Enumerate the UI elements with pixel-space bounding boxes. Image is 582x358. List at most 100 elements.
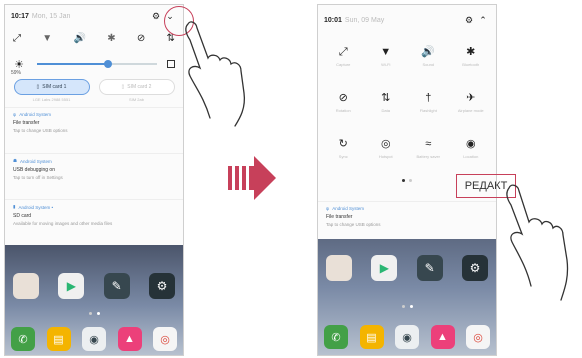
quick-setting-tile[interactable]: ⤢ Capture (323, 35, 363, 81)
camera-icon[interactable]: ◉ (395, 325, 419, 349)
chevron-up-icon[interactable]: ⌃ (476, 15, 490, 26)
notes-icon[interactable]: ✎ (103, 273, 130, 299)
camera-icon[interactable]: ◉ (82, 327, 106, 351)
quick-setting-label: Sync (338, 154, 348, 159)
edit-button-label: РЕДАКТ (464, 180, 508, 192)
quick-setting-label: Bluetooth (462, 62, 480, 67)
hotspot-icon: ◎ (380, 138, 391, 150)
brightness-icon: ☀ (14, 58, 24, 71)
brightness-slider-knob[interactable] (103, 60, 112, 68)
pointing-hand-icon (185, 21, 246, 127)
brightness-percent: 59% (11, 70, 22, 76)
quick-setting-label: Sound (422, 62, 435, 67)
quick-setting-tile[interactable]: ≈ Battery saver (408, 127, 448, 173)
sim-card-icon: ▯ (121, 84, 125, 90)
messages-icon[interactable]: ▤ (359, 325, 384, 349)
phone-icon[interactable]: ✆ (324, 325, 348, 349)
quick-setting-tile[interactable]: ✈ Airplane mode (451, 81, 491, 127)
page-dot-active (409, 305, 413, 308)
quick-setting-tile[interactable]: ⊘ Rotation (323, 81, 363, 127)
folder-icon[interactable] (326, 255, 352, 281)
sd-card-icon: ▮ (13, 204, 16, 209)
messages-icon[interactable]: ▤ (46, 327, 71, 351)
quick-setting-label: Airplane mode (457, 108, 484, 113)
settings-app-icon[interactable]: ⚙ (461, 255, 488, 281)
quick-setting-tile[interactable]: ▼ Wi-Fi (366, 35, 406, 81)
sim-card-1-sub: LGE Labs 2988 5551 (32, 97, 71, 102)
gear-icon[interactable]: ⚙ (149, 11, 163, 22)
phone-icon[interactable]: ✆ (11, 327, 35, 351)
sim-card-2-label: SIM card 2 (127, 84, 152, 90)
status-bar: 10:01 Sun, 09 May ⚙ ⌃ (318, 5, 496, 35)
location-icon: ◉ (465, 138, 476, 150)
quick-setting-tile[interactable]: ◉ Location (451, 127, 491, 173)
sync-icon: ↻ (338, 138, 348, 150)
notification-title: USB debugging on (13, 167, 55, 173)
brightness-slider[interactable] (37, 60, 157, 68)
dnd-icon: ⊘ (338, 92, 348, 104)
sound-icon: 🔊 (421, 46, 436, 58)
notification-text: Tap to change USB options (13, 128, 68, 133)
sim-card-2-sub: SIM 2ab (129, 97, 144, 102)
notification-item[interactable]: ▮ Android System • SD card Available for … (5, 199, 183, 245)
notification-item[interactable]: ψ Android System File transfer Tap to cha… (5, 107, 183, 153)
play-store-icon[interactable]: ▶ (58, 273, 85, 299)
notification-text: Available for moving images and other me… (13, 221, 113, 226)
notification-item[interactable]: ψ Android System File transfer Tap to cha… (318, 201, 496, 239)
quick-setting-tile[interactable]: 🔊 Sound (408, 35, 448, 81)
chrome-icon[interactable]: ◎ (153, 327, 177, 351)
page-indicator (318, 305, 496, 308)
flashlight-icon: † (425, 92, 432, 104)
home-app-row: ▶ ✎ ⚙ (13, 273, 175, 299)
notification-text: Tap to change USB options (326, 222, 381, 227)
vibrate-icon: ≈ (425, 138, 432, 150)
bluetooth-off-icon[interactable]: ✱ (107, 33, 115, 44)
data-icon: ⇅ (381, 92, 391, 104)
dock: ✆ ▤ ◉ ▲ ◎ (324, 325, 490, 349)
sim-card-1-label: SIM card 1 (42, 84, 67, 90)
quick-setting-label: Battery saver (416, 154, 441, 159)
dock: ✆ ▤ ◉ ▲ ◎ (11, 327, 177, 351)
dnd-icon[interactable]: ⊘ (137, 33, 145, 44)
arrow-right-icon (228, 156, 276, 200)
notes-icon[interactable]: ✎ (416, 255, 443, 281)
status-time: 10:01 (324, 16, 342, 24)
quick-setting-tile[interactable]: ✱ Bluetooth (451, 35, 491, 81)
sim-card-icon: ▯ (36, 84, 40, 90)
page-dot-active (96, 312, 100, 315)
sim-card-2-button[interactable]: ▯ SIM card 2 SIM 2ab (98, 79, 175, 102)
usb-icon: ψ (326, 206, 330, 211)
wifi-off-icon[interactable]: ▼ (42, 33, 52, 44)
sim-card-1-button[interactable]: ▯ SIM card 1 LGE Labs 2988 5551 (13, 79, 90, 102)
quick-setting-tile[interactable]: ↻ Sync (323, 127, 363, 173)
notification-item[interactable]: ☗ Android System USB debugging on Tap to … (5, 153, 183, 199)
quick-settings-row: ⤢ Capture ▼ Wi-Fi 🔊 Sound ✱ Bluetooth (318, 35, 496, 81)
sound-icon[interactable]: 🔊 (73, 33, 85, 44)
notification-app-name: Android System (20, 158, 52, 164)
notification-title: File transfer (13, 120, 40, 126)
quick-setting-tile[interactable]: ⇅ Data (366, 81, 406, 127)
notification-title: SD card (13, 213, 32, 219)
home-app-row: ▶ ✎ ⚙ (326, 255, 488, 281)
settings-app-icon[interactable]: ⚙ (148, 273, 175, 299)
notification-app: ☗ Android System (13, 158, 175, 164)
folder-icon[interactable] (13, 273, 39, 299)
airplane-icon: ✈ (466, 92, 476, 104)
notification-app: ψ Android System (326, 206, 488, 211)
notification-app-name: Android System (19, 112, 51, 117)
auto-brightness-checkbox[interactable] (167, 60, 175, 68)
play-store-icon[interactable]: ▶ (371, 255, 398, 281)
quick-setting-tile[interactable]: † Flashlight (408, 81, 448, 127)
quick-setting-label: Rotation (335, 108, 351, 113)
android-icon: ☗ (13, 158, 18, 163)
quick-settings-row: ⤢ ▼ 🔊 ✱ ⊘ ⇅ (5, 27, 183, 49)
notification-text: Tap to turn off in Settings (13, 175, 63, 180)
rotate-icon[interactable]: ⤢ (13, 33, 21, 44)
gallery-icon[interactable]: ▲ (117, 327, 142, 351)
notification-app: ▮ Android System • (13, 204, 175, 210)
gear-icon[interactable]: ⚙ (462, 15, 476, 26)
gallery-icon[interactable]: ▲ (430, 325, 455, 349)
quick-setting-tile[interactable]: ◎ Hotspot (366, 127, 406, 173)
chrome-icon[interactable]: ◎ (466, 325, 490, 349)
phone-left-screen: ▶ ✎ ⚙ ✆ ▤ ◉ ▲ ◎ 10:17 Mon, 15 Jan ⚙ ⌄ ⤢ … (4, 4, 184, 356)
